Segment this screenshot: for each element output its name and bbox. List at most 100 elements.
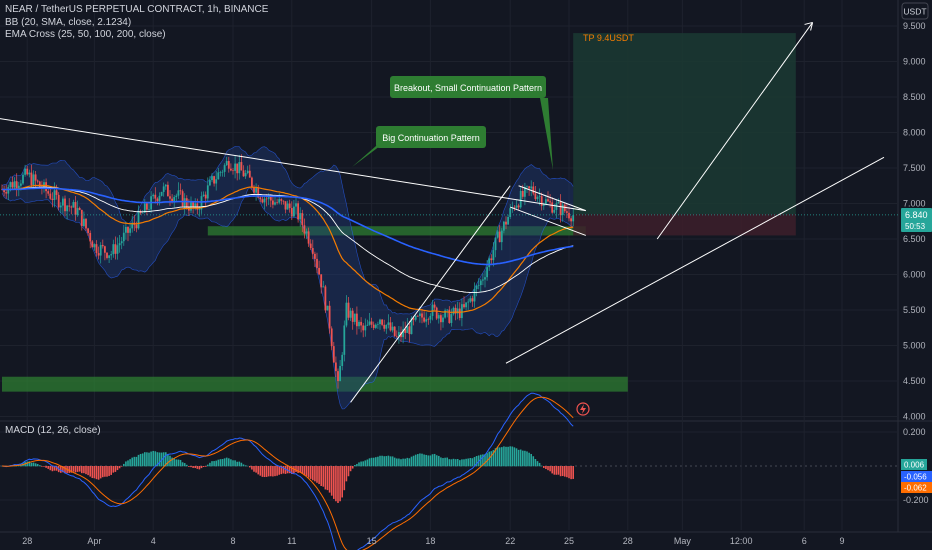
candle-body: [251, 177, 253, 188]
candle-body: [22, 174, 24, 184]
candle-body: [206, 185, 209, 199]
candle-body: [93, 244, 96, 248]
macd-histogram-bar: [410, 456, 413, 467]
candle-body: [326, 305, 329, 311]
candle-body: [379, 319, 381, 325]
macd-histogram-bar: [51, 466, 54, 472]
candle-body: [156, 198, 159, 202]
candle-body: [475, 285, 478, 289]
candle-body: [68, 205, 71, 207]
currency-button[interactable]: USDT: [901, 2, 929, 20]
candle-body: [442, 317, 444, 323]
macd-histogram-bar: [345, 466, 348, 482]
candle-body: [435, 307, 438, 319]
candle-body: [223, 165, 226, 172]
candle-body: [467, 301, 470, 303]
x-tick-label: 11: [287, 536, 296, 546]
candle-body: [272, 200, 274, 205]
candle-body: [391, 326, 394, 331]
candle-body: [301, 213, 304, 226]
macd-histogram-bar: [221, 459, 224, 467]
macd-histogram-bar: [267, 466, 270, 477]
macd-histogram-bar: [223, 458, 226, 467]
macd-histogram-bar: [431, 454, 434, 467]
candle-body: [406, 326, 409, 333]
candle-body: [263, 198, 266, 203]
candle-body: [473, 288, 476, 302]
symbol-title[interactable]: NEAR / TetherUS PERPETUAL CONTRACT, 1h, …: [5, 4, 268, 17]
macd-histogram-bar: [230, 459, 232, 467]
callout-pointer: [352, 146, 380, 167]
candle-body: [360, 321, 362, 326]
price-tag-value: 6.840: [905, 210, 928, 220]
candle-body: [209, 180, 211, 186]
candle-body: [17, 185, 20, 189]
candle-body: [49, 193, 52, 199]
candle-body: [158, 195, 161, 202]
candle-body: [15, 181, 18, 189]
macd-tag-c: -0.062: [904, 484, 927, 493]
macd-legend[interactable]: MACD (12, 26, close): [5, 425, 101, 438]
zone-take_profit: [573, 33, 796, 215]
macd-histogram-bar: [238, 461, 241, 467]
macd-histogram-bar: [454, 459, 457, 467]
macd-histogram-bar: [461, 459, 463, 467]
price-chart[interactable]: 9.500 9.000 8.500 8.000 7.500 7.000 6.500 6.000…: [0, 0, 932, 550]
macd-histogram-bar: [217, 459, 220, 467]
macd-histogram-bar: [511, 446, 514, 467]
macd-histogram-bar: [530, 453, 532, 467]
candle-body: [538, 196, 541, 197]
macd-histogram-bar: [74, 466, 77, 473]
callout-breakout[interactable]: Breakout, Small Continuation Pattern: [390, 76, 553, 170]
candle-body: [299, 213, 302, 220]
candle-body: [265, 198, 268, 200]
macd-histogram-bar: [446, 457, 448, 467]
lightning-icon[interactable]: [576, 402, 590, 416]
candle-body: [568, 212, 570, 219]
macd-histogram-bar: [68, 466, 70, 473]
macd-histogram-bar: [211, 461, 213, 467]
macd-tick-label: -0.200: [903, 495, 929, 505]
candle-body: [171, 198, 173, 202]
macd-histogram-bar: [194, 466, 196, 469]
x-tick-label: 18: [425, 536, 435, 546]
macd-histogram-bar: [414, 454, 417, 467]
candle-body: [66, 205, 68, 212]
macd-histogram-bar: [347, 466, 350, 477]
candle-body: [51, 198, 54, 200]
macd-histogram-bar: [417, 454, 419, 467]
macd-histogram-bar: [561, 466, 564, 477]
callout-breakout-text: Breakout, Small Continuation Pattern: [394, 83, 542, 93]
macd-histogram-bar: [404, 458, 406, 467]
candle-body: [97, 253, 100, 256]
macd-histogram-bar: [104, 466, 106, 477]
macd-histogram-bar: [425, 454, 427, 467]
candle-body: [154, 194, 157, 199]
macd-histogram-bar: [351, 466, 354, 469]
macd-histogram-bar: [379, 455, 381, 467]
macd-histogram-bar: [150, 451, 152, 467]
y-tick-label: 8.500: [903, 92, 926, 102]
y-tick-label: 6.500: [903, 234, 926, 244]
candle-body: [311, 248, 314, 254]
currency-label: USDT: [903, 7, 926, 17]
bb-area: [2, 146, 574, 409]
candle-body: [152, 194, 155, 197]
candle-body: [519, 190, 522, 208]
candle-body: [83, 218, 85, 227]
candle-body: [57, 194, 60, 208]
candle-body: [437, 315, 440, 319]
bb-legend[interactable]: BB (20, SMA, close, 2.1234): [5, 17, 268, 30]
ema-legend[interactable]: EMA Cross (25, 50, 100, 200, close): [5, 29, 268, 42]
candle-body: [78, 208, 81, 210]
macd-tag-b: -0.056: [904, 473, 927, 482]
macd-histogram-bar: [259, 466, 262, 476]
candle-body: [204, 194, 207, 199]
macd-histogram-bar: [127, 460, 129, 467]
candle-body: [341, 354, 344, 366]
macd-histogram-bar: [133, 456, 136, 467]
candle-body: [34, 174, 37, 181]
macd-histogram-bar: [118, 466, 121, 469]
macd-histogram-bar: [272, 466, 274, 477]
candle-body: [372, 324, 375, 328]
